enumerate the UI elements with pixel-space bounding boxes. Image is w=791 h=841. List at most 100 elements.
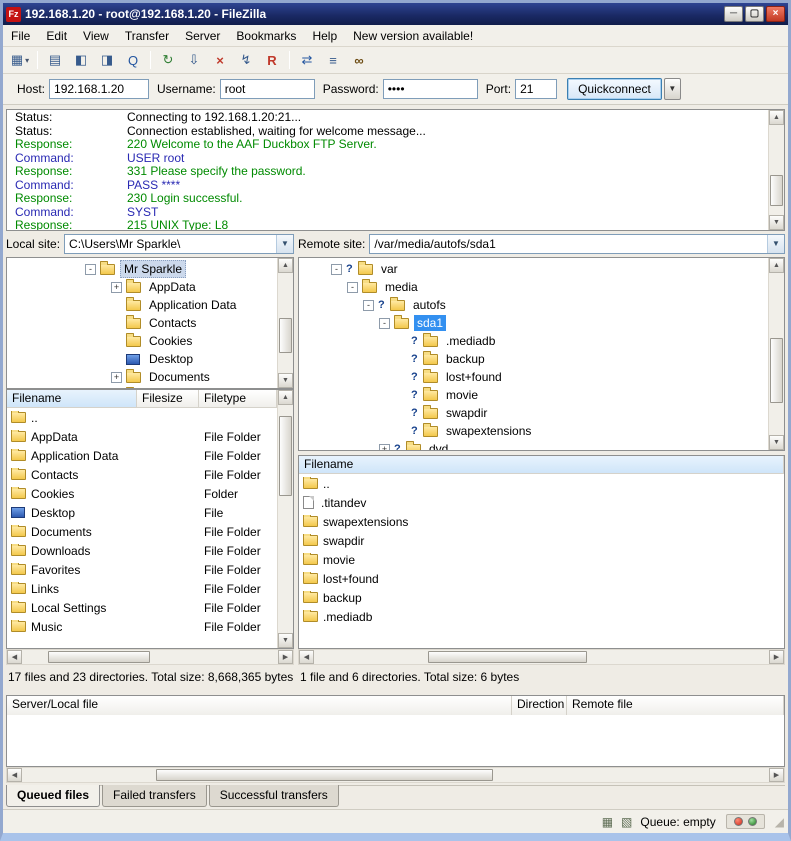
expander-icon[interactable]	[379, 444, 390, 451]
file-row[interactable]: .titandev	[299, 493, 784, 512]
column-header-filename[interactable]: Filename	[299, 456, 784, 473]
scroll-right-button[interactable]: ▶	[769, 768, 784, 782]
file-row[interactable]: swapdir	[299, 531, 784, 550]
local-path-combo[interactable]: C:\Users\Mr Sparkle\ ▼	[64, 234, 294, 254]
menu-edit[interactable]: Edit	[38, 26, 75, 46]
username-input[interactable]	[220, 79, 315, 99]
expander-icon[interactable]	[363, 300, 374, 311]
queue-body[interactable]	[6, 715, 785, 767]
tree-item[interactable]: Application Data	[7, 296, 277, 314]
toggle-remote-tree-button[interactable]: ◨	[95, 49, 119, 71]
scroll-left-button[interactable]: ◀	[299, 650, 314, 664]
toggle-local-tree-button[interactable]: ◧	[69, 49, 93, 71]
file-row[interactable]: FavoritesFile Folder	[7, 560, 277, 579]
log-scrollbar[interactable]: ▲ ▼	[768, 110, 784, 230]
tree-item[interactable]: Documents	[7, 368, 277, 386]
tree-item[interactable]: backup	[299, 350, 768, 368]
file-row[interactable]: ..	[7, 408, 277, 427]
tree-item[interactable]: movie	[299, 386, 768, 404]
tree-item[interactable]: Mr Sparkle	[7, 260, 277, 278]
queue-hscrollbar[interactable]: ◀ ▶	[6, 767, 785, 783]
scrollbar-track[interactable]	[278, 273, 293, 373]
toggle-queue-button[interactable]: Q	[121, 49, 145, 71]
menu-file[interactable]: File	[3, 26, 38, 46]
menu-bookmarks[interactable]: Bookmarks	[228, 26, 304, 46]
tab-queued-files[interactable]: Queued files	[6, 785, 100, 807]
site-manager-button[interactable]: ▦ ▾	[8, 49, 32, 71]
remote-list-hscrollbar[interactable]: ◀ ▶	[298, 649, 785, 665]
scroll-left-button[interactable]: ◀	[7, 768, 22, 782]
scroll-down-button[interactable]: ▼	[278, 633, 293, 648]
file-row[interactable]: movie	[299, 550, 784, 569]
scroll-up-button[interactable]: ▲	[769, 258, 784, 273]
file-row[interactable]: swapextensions	[299, 512, 784, 531]
column-header-filesize[interactable]: Filesize	[137, 390, 199, 407]
cancel-button[interactable]: ×	[208, 49, 232, 71]
directory-comparison-button[interactable]: ⇄	[295, 49, 319, 71]
scrollbar-thumb[interactable]	[279, 416, 292, 496]
expander-icon[interactable]	[111, 372, 122, 383]
menu-view[interactable]: View	[75, 26, 117, 46]
file-row[interactable]: MusicFile Folder	[7, 617, 277, 636]
scrollbar-thumb[interactable]	[156, 769, 492, 781]
tree-item[interactable]: sda1	[299, 314, 768, 332]
file-row[interactable]: backup	[299, 588, 784, 607]
tab-failed-transfers[interactable]: Failed transfers	[102, 785, 207, 807]
file-row[interactable]: DownloadsFile Folder	[7, 541, 277, 560]
scroll-down-button[interactable]: ▼	[278, 373, 293, 388]
minimize-button[interactable]: ─	[724, 6, 743, 22]
tree-item[interactable]: AppData	[7, 278, 277, 296]
maximize-button[interactable]: ▢	[745, 6, 764, 22]
scroll-up-button[interactable]: ▲	[278, 258, 293, 273]
column-header-filename[interactable]: Filename	[7, 390, 137, 407]
file-row[interactable]: DesktopFile	[7, 503, 277, 522]
expander-icon[interactable]	[347, 282, 358, 293]
scroll-right-button[interactable]: ▶	[769, 650, 784, 664]
port-input[interactable]	[515, 79, 557, 99]
local-tree-scrollbar[interactable]: ▲ ▼	[277, 258, 293, 388]
quickconnect-dropdown-icon[interactable]: ▼	[664, 78, 681, 100]
refresh-button[interactable]: ↻	[156, 49, 180, 71]
file-row[interactable]: LinksFile Folder	[7, 579, 277, 598]
scrollbar-track[interactable]	[278, 405, 293, 633]
tree-item[interactable]: var	[299, 260, 768, 278]
tree-item[interactable]: lost+found	[299, 368, 768, 386]
scrollbar-track[interactable]	[314, 650, 769, 664]
file-row[interactable]: lost+found	[299, 569, 784, 588]
tree-item[interactable]: autofs	[299, 296, 768, 314]
scrollbar-track[interactable]	[769, 125, 784, 215]
reconnect-button[interactable]: R	[260, 49, 284, 71]
scroll-right-button[interactable]: ▶	[278, 650, 293, 664]
scroll-left-button[interactable]: ◀	[7, 650, 22, 664]
menu-new-version[interactable]: New version available!	[345, 26, 481, 46]
find-files-button[interactable]: ∞	[347, 49, 371, 71]
file-row[interactable]: ..	[299, 474, 784, 493]
scrollbar-track[interactable]	[22, 768, 769, 782]
close-button[interactable]: ×	[766, 6, 785, 22]
file-row[interactable]: DocumentsFile Folder	[7, 522, 277, 541]
expander-icon[interactable]	[331, 264, 342, 275]
scroll-down-button[interactable]: ▼	[769, 435, 784, 450]
tree-item[interactable]: Desktop	[7, 350, 277, 368]
column-header-direction[interactable]: Direction	[512, 696, 567, 715]
remote-tree-scrollbar[interactable]: ▲ ▼	[768, 258, 784, 450]
local-list-hscrollbar[interactable]: ◀ ▶	[6, 649, 294, 665]
file-row[interactable]: ContactsFile Folder	[7, 465, 277, 484]
column-header-local-file[interactable]: Server/Local file	[7, 696, 512, 715]
scroll-up-button[interactable]: ▲	[278, 390, 293, 405]
chevron-down-icon[interactable]: ▼	[276, 235, 293, 253]
file-row[interactable]: Local SettingsFile Folder	[7, 598, 277, 617]
column-header-remote-file[interactable]: Remote file	[567, 696, 784, 715]
quickconnect-button[interactable]: Quickconnect	[567, 78, 662, 100]
remote-path-combo[interactable]: /var/media/autofs/sda1 ▼	[369, 234, 785, 254]
scroll-down-button[interactable]: ▼	[769, 215, 784, 230]
scrollbar-thumb[interactable]	[770, 175, 783, 207]
tree-item[interactable]: dvd	[299, 440, 768, 450]
file-row[interactable]: CookiesFolder	[7, 484, 277, 503]
scrollbar-thumb[interactable]	[48, 651, 150, 663]
tree-item[interactable]: .mediadb	[299, 332, 768, 350]
tree-item[interactable]: Cookies	[7, 332, 277, 350]
tree-item[interactable]: media	[299, 278, 768, 296]
file-row[interactable]: AppDataFile Folder	[7, 427, 277, 446]
chevron-down-icon[interactable]: ▼	[767, 235, 784, 253]
